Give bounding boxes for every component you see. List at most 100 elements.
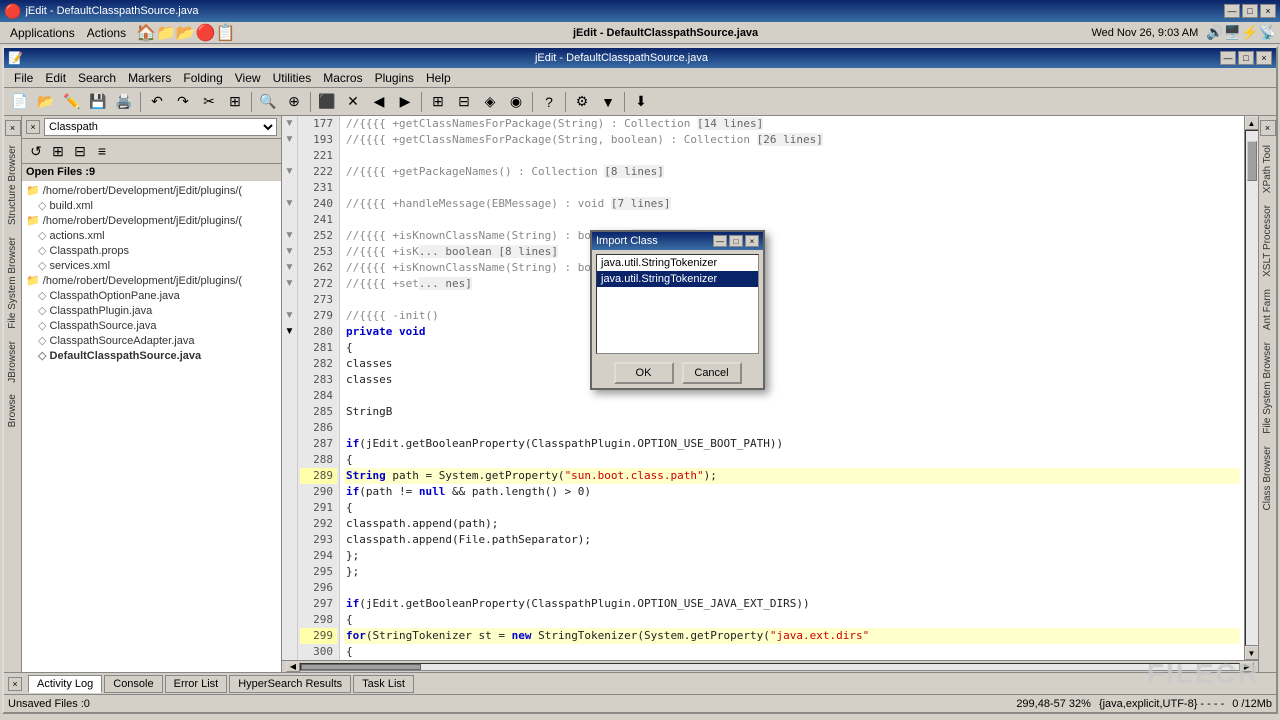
tree-file-default[interactable]: ◇ DefaultClasspathSource.java (24, 348, 279, 363)
dialog-list[interactable]: java.util.StringTokenizer java.util.Stri… (596, 254, 759, 354)
menu-view[interactable]: View (229, 69, 267, 87)
new-file-btn[interactable]: 📄 (8, 90, 32, 114)
tab-task-list[interactable]: Task List (353, 675, 414, 693)
bottom-close-btn[interactable]: × (8, 677, 22, 691)
tree-expand-btn[interactable]: ⊞ (48, 141, 68, 161)
tab-structure-browser[interactable]: Structure Browser (4, 140, 21, 230)
fold-toggle[interactable]: ▼ (282, 116, 297, 132)
tab-file-system-browser[interactable]: File System Browser (1259, 337, 1276, 439)
minimize-button[interactable]: — (1224, 4, 1240, 18)
scroll-thumb[interactable] (1247, 141, 1257, 181)
tree-close-btn[interactable]: × (26, 120, 40, 134)
tree-menu-btn[interactable]: ≡ (92, 141, 112, 161)
tab-hypersearch-results[interactable]: HyperSearch Results (229, 675, 351, 693)
search-btn[interactable]: 🔍 (256, 90, 280, 114)
tree-refresh-btn[interactable]: ↺ (26, 141, 46, 161)
tree-file-source[interactable]: ◇ ClasspathSource.java (24, 318, 279, 333)
horizontal-scrollbar-area[interactable]: ◀ ▶ (282, 660, 1258, 672)
tool-c[interactable]: ◀ (367, 90, 391, 114)
titlebar-controls[interactable]: — □ × (1224, 4, 1276, 18)
save-btn[interactable]: 💾 (86, 90, 110, 114)
scroll-down-btn[interactable]: ▼ (1245, 646, 1259, 660)
tab-error-list[interactable]: Error List (165, 675, 228, 693)
tool-h[interactable]: ◉ (504, 90, 528, 114)
close-button[interactable]: × (1260, 4, 1276, 18)
search2-btn[interactable]: ⊕ (282, 90, 306, 114)
tree-file-props[interactable]: ◇ Classpath.props (24, 243, 279, 258)
dialog-ok-button[interactable]: OK (614, 362, 674, 384)
tree-folder-1[interactable]: 📁 /home/robert/Development/jEdit/plugins… (24, 183, 279, 198)
undo-btn[interactable]: ↶ (145, 90, 169, 114)
tool-settings[interactable]: ⚙ (570, 90, 594, 114)
tab-filesystem-browser[interactable]: File System Browser (4, 232, 21, 334)
cut-btn[interactable]: ✂ (197, 90, 221, 114)
scroll-right-btn[interactable]: ▶ (1240, 662, 1254, 672)
menu-applications[interactable]: Applications (4, 24, 81, 42)
open-file-btn[interactable]: 📂 (34, 90, 58, 114)
menu-help[interactable]: Help (420, 69, 457, 87)
menu-edit[interactable]: Edit (39, 69, 72, 87)
code-editor[interactable]: //{{{{ +getClassNamesForPackage(String) … (340, 116, 1244, 660)
inner-close-button[interactable]: × (1256, 51, 1272, 65)
tab-jbrowser[interactable]: JBrowser (4, 336, 21, 388)
menu-macros[interactable]: Macros (317, 69, 368, 87)
tree-collapse-btn[interactable]: ⊟ (70, 141, 90, 161)
dialog-cancel-button[interactable]: Cancel (682, 362, 742, 384)
tab-console[interactable]: Console (104, 675, 162, 693)
inner-titlebar-controls[interactable]: — □ × (1220, 51, 1272, 65)
code-content: ▼ ▼ ▼ ▼ ▼ ▼ ▼ ▼ ▼ ▼ 177 (282, 116, 1258, 660)
scroll-track[interactable] (1245, 130, 1259, 646)
redo-btn[interactable]: ↷ (171, 90, 195, 114)
tree-file-services[interactable]: ◇ services.xml (24, 258, 279, 273)
tool-b[interactable]: ✕ (341, 90, 365, 114)
tool3[interactable]: ✏️ (60, 90, 84, 114)
tree-file-optionpane[interactable]: ◇ ClasspathOptionPane.java (24, 288, 279, 303)
tree-file-adapter[interactable]: ◇ ClasspathSourceAdapter.java (24, 333, 279, 348)
menu-actions[interactable]: Actions (81, 24, 132, 42)
tab-browse[interactable]: Browse (4, 389, 21, 432)
tree-folder-2[interactable]: 📁 /home/robert/Development/jEdit/plugins… (24, 213, 279, 228)
tool-down[interactable]: ⬇ (629, 90, 653, 114)
menu-markers[interactable]: Markers (122, 69, 177, 87)
classpath-dropdown[interactable]: Classpath (44, 118, 277, 136)
dialog-list-item-1[interactable]: java.util.StringTokenizer (597, 271, 758, 287)
dialog-minimize-btn[interactable]: — (713, 235, 727, 247)
right-close-btn[interactable]: × (1260, 120, 1276, 136)
dialog-restore-btn[interactable]: □ (729, 235, 743, 247)
inner-restore-button[interactable]: □ (1238, 51, 1254, 65)
menu-search[interactable]: Search (72, 69, 122, 87)
scroll-left-btn[interactable]: ◀ (286, 662, 300, 672)
h-scroll-track[interactable] (300, 663, 1240, 671)
dialog-title-controls[interactable]: — □ × (713, 235, 759, 247)
scroll-up-btn[interactable]: ▲ (1245, 116, 1259, 130)
tab-xslt-processor[interactable]: XSLT Processor (1259, 200, 1276, 282)
menu-file[interactable]: File (8, 69, 39, 87)
tab-ant-farm[interactable]: Ant Farm (1259, 284, 1276, 335)
tree-file-build[interactable]: ◇ build.xml (24, 198, 279, 213)
tool-a[interactable]: ⬛ (315, 90, 339, 114)
tree-folder-3[interactable]: 📁 /home/robert/Development/jEdit/plugins… (24, 273, 279, 288)
tab-activity-log[interactable]: Activity Log (28, 675, 102, 693)
inner-minimize-button[interactable]: — (1220, 51, 1236, 65)
tab-xpath-tool[interactable]: XPath Tool (1259, 140, 1276, 198)
menu-utilities[interactable]: Utilities (267, 69, 318, 87)
vertical-scrollbar[interactable]: ▲ ▼ (1244, 116, 1258, 660)
dialog-list-item-0[interactable]: java.util.StringTokenizer (597, 255, 758, 271)
copy-btn[interactable]: ⊞ (223, 90, 247, 114)
menu-folding[interactable]: Folding (177, 69, 228, 87)
maximize-button[interactable]: □ (1242, 4, 1258, 18)
tab-class-browser[interactable]: Class Browser (1259, 441, 1276, 515)
menu-plugins[interactable]: Plugins (369, 69, 420, 87)
tool-g[interactable]: ◈ (478, 90, 502, 114)
tool-e[interactable]: ⊞ (426, 90, 450, 114)
tree-file-actions[interactable]: ◇ actions.xml (24, 228, 279, 243)
tool-d[interactable]: ▶ (393, 90, 417, 114)
h-scroll-thumb[interactable] (301, 664, 421, 670)
tool-arrow[interactable]: ▼ (596, 90, 620, 114)
left-close-btn[interactable]: × (5, 120, 21, 136)
tree-file-plugin[interactable]: ◇ ClasspathPlugin.java (24, 303, 279, 318)
print-btn[interactable]: 🖨️ (112, 90, 136, 114)
help-btn[interactable]: ? (537, 90, 561, 114)
tool-f[interactable]: ⊟ (452, 90, 476, 114)
dialog-close-btn[interactable]: × (745, 235, 759, 247)
